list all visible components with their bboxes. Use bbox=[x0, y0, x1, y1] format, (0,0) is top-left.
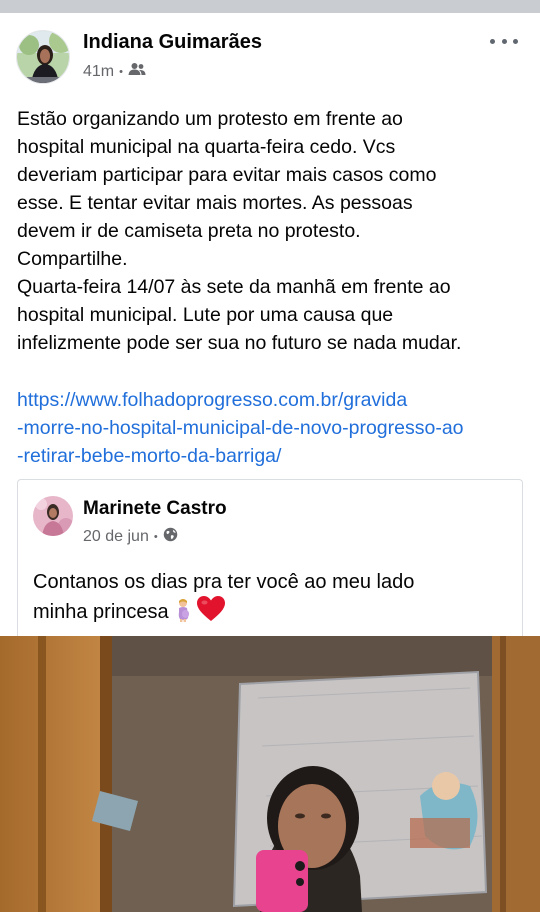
meta-separator: • bbox=[119, 65, 123, 78]
article-link[interactable]: https://www.folhadoprogresso.com.br/grav… bbox=[17, 386, 532, 470]
friends-icon bbox=[128, 62, 146, 81]
post-meta: 41m • bbox=[83, 62, 146, 81]
post-time[interactable]: 41m bbox=[83, 63, 114, 81]
shared-text-line-with-emojis: minha princesa bbox=[33, 596, 503, 626]
link-line[interactable]: https://www.folhadoprogresso.com.br/grav… bbox=[17, 386, 532, 414]
post-text-line: devem ir de camiseta preta no protesto. bbox=[17, 220, 361, 242]
shared-post-date[interactable]: 20 de jun bbox=[83, 528, 149, 546]
shared-author-avatar[interactable] bbox=[33, 496, 73, 536]
post-text-line: Compartilhe. bbox=[17, 248, 128, 270]
post-text-line: infelizmente pode ser sua no futuro se n… bbox=[17, 332, 462, 354]
author-avatar[interactable] bbox=[16, 30, 70, 84]
post-body-text: Estão organizando um protesto em frente … bbox=[17, 105, 529, 357]
shared-author-name[interactable]: Marinete Castro bbox=[83, 498, 227, 520]
post-text-line: esse. E tentar evitar mais mortes. As pe… bbox=[17, 192, 413, 214]
feed-divider bbox=[0, 0, 540, 13]
feed-post: Indiana Guimarães 41m • Estão organizand… bbox=[0, 13, 540, 912]
post-text-line: hospital municipal na quarta-feira cedo.… bbox=[17, 136, 396, 158]
meta-separator: • bbox=[153, 531, 158, 543]
post-header: Indiana Guimarães 41m • bbox=[0, 13, 540, 99]
shared-post-photo[interactable] bbox=[0, 636, 540, 912]
more-options-icon[interactable] bbox=[490, 33, 518, 49]
post-text-line: Estão organizando um protesto em frente … bbox=[17, 108, 403, 130]
shared-post-meta: 20 de jun • bbox=[83, 527, 178, 547]
pregnant-woman-emoji bbox=[175, 598, 191, 622]
red-heart-emoji bbox=[196, 596, 225, 622]
author-name[interactable]: Indiana Guimarães bbox=[83, 31, 262, 54]
shared-text-line: Contanos os dias pra ter você ao meu lad… bbox=[33, 571, 415, 593]
globe-icon bbox=[163, 527, 178, 547]
post-text-line: Quarta-feira 14/07 às sete da manhã em f… bbox=[17, 276, 451, 298]
post-text-line: hospital municipal. Lute por uma causa q… bbox=[17, 304, 394, 326]
link-line[interactable]: -morre-no-hospital-municipal-de-novo-pro… bbox=[17, 414, 532, 442]
shared-post-text: Contanos os dias pra ter você ao meu lad… bbox=[33, 568, 503, 626]
shared-text-line: minha princesa bbox=[33, 601, 169, 623]
link-line[interactable]: -retirar-bebe-morto-da-barriga/ bbox=[17, 442, 532, 470]
post-text-line: deveriam participar para evitar mais cas… bbox=[17, 164, 437, 186]
